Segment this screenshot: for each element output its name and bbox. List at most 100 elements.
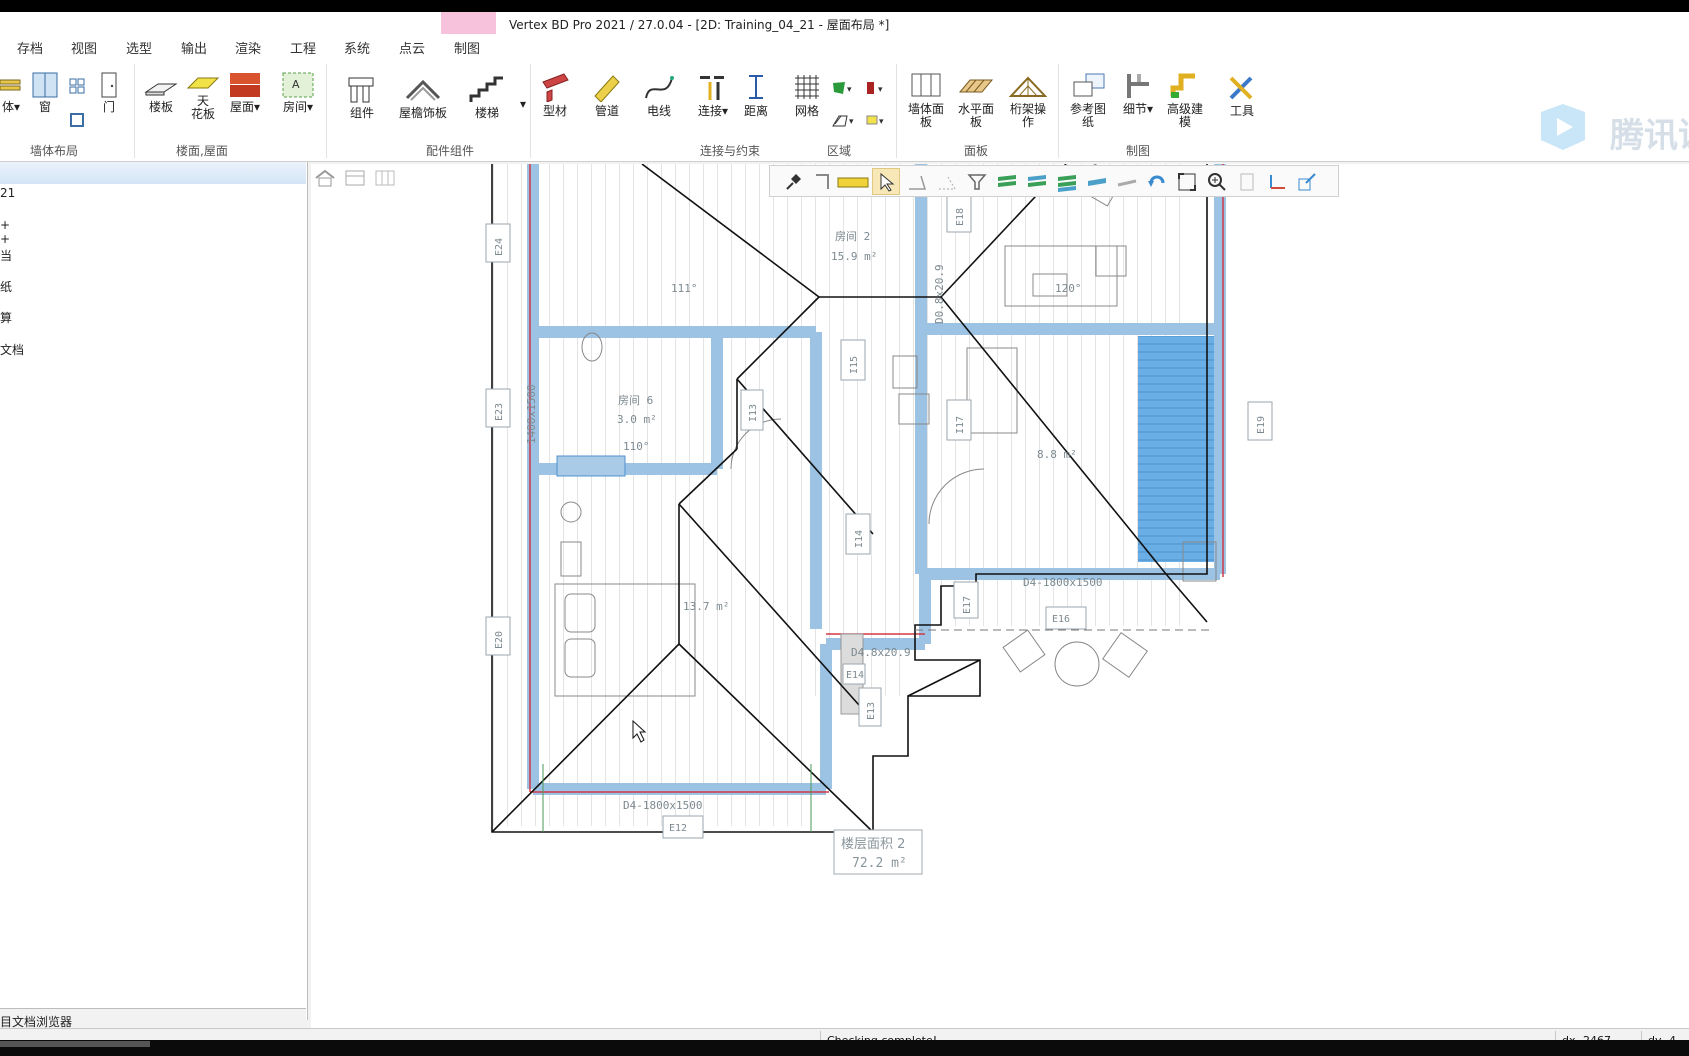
group-drafting: 制图 [1126, 144, 1151, 158]
slab-button[interactable]: 楼板 [143, 72, 179, 114]
area-style-button[interactable]: ▾ [864, 112, 890, 131]
group-fittings: 配件组件 [426, 144, 475, 158]
wall-panel-button[interactable]: 墙体面 板 [904, 72, 948, 129]
title-bar: Vertex BD Pro 2021 / 27.0.04 - [2D: Trai… [0, 12, 1689, 34]
tab-point-cloud[interactable]: 点云 [399, 38, 425, 57]
window-grid-icon [69, 78, 85, 94]
tree-item[interactable]: + [0, 218, 10, 232]
ceiling-icon [186, 77, 220, 89]
zoom-icon[interactable] [1206, 171, 1228, 193]
corner-snap-icon[interactable] [812, 171, 834, 193]
tab-render[interactable]: 渲染 [235, 38, 261, 57]
tab-output[interactable]: 输出 [181, 38, 207, 57]
roof-plan-drawing: 房间 2 15.9 m² 房间 6 3.0 m² 13.7 m² 8.8 m² … [485, 164, 1273, 875]
profile-icon [542, 73, 569, 102]
layer-single-icon[interactable] [1086, 171, 1108, 193]
layers-alt-icon[interactable] [1026, 171, 1048, 193]
distance-button[interactable]: 距离 [738, 72, 774, 118]
pipe-button[interactable]: 管道 [588, 72, 626, 118]
roof-button[interactable]: 屋面▾ [227, 72, 263, 114]
tree-item[interactable]: 纸 [0, 278, 12, 295]
drawing-canvas[interactable]: 房间 2 15.9 m² 房间 6 3.0 m² 13.7 m² 8.8 m² … [311, 164, 1689, 1028]
group-floor-roof: 楼面,屋面 [176, 144, 228, 158]
advanced-modeling-button[interactable]: 高级建 模 [1162, 72, 1208, 129]
tab-drafting[interactable]: 制图 [454, 38, 480, 57]
project-browser-tab[interactable]: 目文档浏览器 [0, 1008, 306, 1030]
tree-item[interactable]: 算 [0, 309, 12, 326]
zoom-extents-icon[interactable] [1176, 171, 1198, 193]
tab-system[interactable]: 系统 [344, 38, 370, 57]
area-color-icon: ▾ [867, 82, 883, 95]
filter-icon[interactable] [966, 171, 988, 193]
room-icon: A [282, 72, 314, 98]
chevron-down-icon: ▾ [519, 97, 527, 111]
room-area-label: 13.7 m² [683, 600, 729, 613]
tools-label: 工具 [1229, 104, 1254, 118]
profile-button[interactable]: 型材 [538, 72, 572, 118]
component-label: 组件 [349, 106, 374, 120]
video-progress-fill [0, 1041, 150, 1047]
small-window-button[interactable] [68, 78, 86, 97]
element-tag: E20 [494, 631, 505, 649]
hatch-button[interactable]: ▾ [830, 112, 858, 131]
wall-button[interactable]: 体▾ [0, 72, 22, 114]
ceiling-button[interactable]: 天 花板 [185, 72, 221, 121]
axis-icon[interactable] [1266, 171, 1288, 193]
detail-label: 细节▾ [1122, 102, 1154, 116]
truss-button[interactable]: 桁架操 作 [1006, 72, 1050, 129]
eave-trim-button[interactable]: 屋檐饰板 [396, 74, 450, 120]
element-tag: I15 [849, 356, 860, 374]
layers-icon[interactable] [996, 171, 1018, 193]
connect-button[interactable]: 连接▾ [694, 72, 732, 118]
wire-button[interactable]: 电线 [640, 72, 678, 118]
advanced-modeling-icon [1170, 73, 1195, 98]
element-tag: E13 [866, 702, 877, 720]
tab-project[interactable]: 工程 [290, 38, 316, 57]
layers-toggle-icon[interactable] [1056, 171, 1078, 193]
grid-button[interactable]: 网格 [790, 72, 824, 118]
distance-label: 距离 [743, 104, 768, 118]
element-tag: I17 [955, 416, 966, 434]
pin-icon[interactable] [782, 171, 804, 193]
wall-label: 体▾ [1, 100, 21, 114]
export-view-icon[interactable] [1296, 171, 1318, 193]
stairs-more-button[interactable]: ▾ [518, 98, 528, 111]
tree-item[interactable]: 当 [0, 247, 12, 264]
area-fill-button[interactable]: ▾ [830, 80, 858, 99]
stairs-button[interactable]: 楼梯 [466, 72, 508, 120]
stairs-icon [469, 76, 503, 102]
tree-item[interactable]: 文档 [0, 341, 24, 358]
select-tool-active[interactable] [872, 168, 900, 195]
element-tag: E23 [494, 403, 505, 421]
tree-item[interactable]: + [0, 232, 10, 246]
window-button[interactable]: 窗 [30, 72, 60, 114]
tab-view[interactable]: 视图 [71, 38, 97, 57]
door-button[interactable]: 门 [98, 72, 120, 114]
horizontal-panel-icon [958, 79, 994, 93]
dimension-tag: 1400x1500 [525, 384, 538, 444]
watermark-text: 腾讯课 [1610, 116, 1689, 156]
opening-button[interactable] [68, 112, 86, 131]
horizontal-panel-button[interactable]: 水平面 板 [954, 72, 998, 129]
ribbon-separator [1058, 64, 1059, 158]
detail-button[interactable]: 细节▾ [1120, 72, 1156, 116]
stair-block [1138, 336, 1214, 562]
tab-selection[interactable]: 选型 [126, 38, 152, 57]
tree-item[interactable]: 21 [0, 186, 15, 200]
angle-icon[interactable] [906, 171, 928, 193]
pointer-icon [880, 172, 895, 192]
component-button[interactable]: 组件 [340, 74, 384, 120]
dashed-angle-icon[interactable] [936, 171, 958, 193]
ruler-icon[interactable] [836, 171, 870, 193]
area-color-button[interactable]: ▾ [864, 80, 890, 99]
tab-archive[interactable]: 存档 [17, 38, 43, 57]
reference-drawing-button[interactable]: 参考图 纸 [1066, 72, 1110, 129]
svg-text:▾: ▾ [847, 85, 852, 95]
copy-view-icon[interactable] [1236, 171, 1258, 193]
tools-button[interactable]: 工具 [1222, 72, 1262, 118]
distance-icon [749, 75, 763, 99]
line-style-icon[interactable] [1116, 171, 1138, 193]
room-button[interactable]: A 房间▾ [278, 72, 318, 114]
undo-view-icon[interactable] [1146, 171, 1168, 193]
floor-area-title: 楼层面积 2 [841, 837, 905, 852]
